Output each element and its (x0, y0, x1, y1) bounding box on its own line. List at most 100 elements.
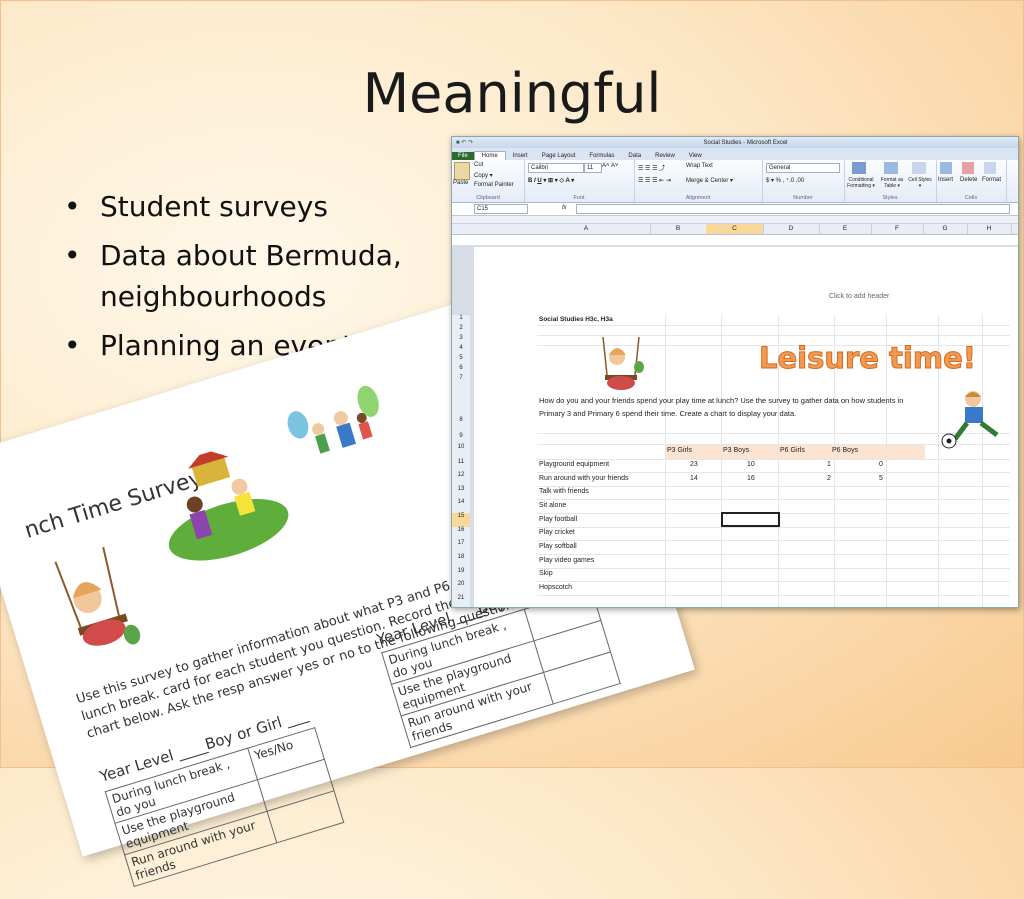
grid-line (537, 325, 1010, 326)
activity-name[interactable]: Run around with your friends (539, 475, 629, 482)
tab-insert[interactable]: Insert (506, 152, 535, 160)
fx-icon[interactable]: fx (562, 205, 567, 211)
currency-icon[interactable]: $ ▾ % , ⁺.0 .00 (766, 177, 804, 184)
number-format-select[interactable]: General (766, 163, 840, 173)
formula-bar: C15 fx (452, 203, 1018, 216)
column-header[interactable]: C (706, 224, 764, 234)
tab-formulas[interactable]: Formulas (582, 152, 621, 160)
column-header[interactable]: A (522, 224, 651, 234)
insert-button[interactable]: Insert (938, 177, 953, 183)
font-size-select[interactable]: 11 (584, 163, 602, 173)
format-cells-icon (984, 162, 996, 174)
activity-name[interactable]: Play video games (539, 557, 594, 564)
row-header[interactable]: 13 (452, 486, 470, 500)
football-kid-illustration (941, 391, 999, 449)
activity-name[interactable]: Play football (539, 516, 577, 523)
activity-name[interactable]: Sit alone (539, 502, 566, 509)
activity-value[interactable]: 14 (690, 475, 698, 482)
row-header[interactable]: 14 (452, 499, 470, 514)
grid-line (537, 459, 1010, 460)
grid-line (537, 568, 1010, 569)
format-button[interactable]: Format (982, 177, 1001, 183)
tab-review[interactable]: Review (648, 152, 682, 160)
number-group: General $ ▾ % , ⁺.0 .00 Number (762, 160, 845, 202)
table-header[interactable]: P3 Boys (723, 447, 749, 454)
row-header[interactable]: 16 (452, 527, 470, 541)
tab-view[interactable]: View (682, 152, 709, 160)
cell-styles-icon (912, 162, 926, 174)
wrap-text-button[interactable]: Wrap Text (686, 163, 713, 169)
cut-button[interactable]: Cut (474, 162, 483, 168)
row-header[interactable]: 21 (452, 595, 470, 607)
row-header[interactable]: 8 (452, 385, 470, 434)
grid-line (537, 527, 1010, 528)
column-header[interactable]: F (871, 224, 924, 234)
activity-value[interactable]: 0 (879, 461, 883, 468)
grow-font-icon[interactable]: A˄ A˅ (602, 163, 618, 169)
activity-name[interactable]: Hopscotch (539, 584, 572, 591)
clipboard-label: Clipboard (476, 195, 500, 201)
tab-file[interactable]: File (452, 152, 474, 160)
activity-value[interactable]: 16 (747, 475, 755, 482)
format-as-table-button[interactable]: Format as Table ▾ (878, 177, 906, 189)
column-header[interactable]: H (967, 224, 1012, 234)
activity-name[interactable]: Play softball (539, 543, 577, 550)
row-header[interactable]: 18 (452, 554, 470, 569)
horizontal-ruler (452, 216, 1018, 224)
activity-prompt[interactable]: How do you and your friends spend your p… (539, 394, 909, 420)
table-header[interactable]: P6 Boys (832, 447, 858, 454)
activity-value[interactable]: 23 (690, 461, 698, 468)
save-icon[interactable]: ■ ↶ ↷ (452, 139, 473, 146)
row-header[interactable]: 19 (452, 568, 470, 582)
row-header[interactable]: 15 (452, 513, 470, 528)
activity-name[interactable]: Play cricket (539, 529, 575, 536)
copy-button[interactable]: Copy ▾ (474, 172, 493, 179)
activity-name[interactable]: Talk with friends (539, 488, 589, 495)
grid-line (537, 540, 1010, 541)
row-header[interactable]: 12 (452, 472, 470, 487)
swing-kid-illustration (54, 546, 141, 646)
activity-value[interactable]: 5 (879, 475, 883, 482)
table-header[interactable]: P6 Girls (780, 447, 805, 454)
font-name-select[interactable]: Calibri (528, 163, 584, 173)
styles-label: Styles (882, 195, 898, 201)
activity-name[interactable]: Skip (539, 570, 553, 577)
insert-cells-icon (940, 162, 952, 174)
selected-cell-c15[interactable] (721, 512, 780, 527)
activity-value[interactable]: 10 (747, 461, 755, 468)
column-header[interactable]: B (650, 224, 707, 234)
excel-title-bar: ■ ↶ ↷ Social Studies - Microsoft Excel (452, 137, 1018, 148)
bold-icon[interactable]: B I U ▾ ⊞ ▾ ◇ A ▾ (528, 177, 574, 184)
conditional-formatting-button[interactable]: Conditional Formatting ▾ (846, 177, 876, 189)
row-header[interactable]: 17 (452, 540, 470, 555)
tab-page-layout[interactable]: Page Layout (535, 152, 583, 160)
row-header[interactable]: 11 (452, 459, 470, 473)
justify-icons[interactable]: ☰ ☰ ☰ ⇤ ⇥ (638, 177, 671, 184)
alignment-label: Alignment (685, 195, 711, 201)
row-header[interactable]: 20 (452, 581, 470, 596)
name-box[interactable]: C15 (474, 204, 528, 214)
align-icons[interactable]: ☰ ☰ ☰ ⤴ (638, 163, 665, 172)
merge-center-button[interactable]: Merge & Center ▾ (686, 177, 733, 184)
activity-name[interactable]: Playground equipment (539, 461, 609, 468)
font-group: Calibri 11 A˄ A˅ B I U ▾ ⊞ ▾ ◇ A ▾ Font (524, 160, 635, 202)
window-title: Social Studies - Microsoft Excel (703, 139, 788, 146)
format-painter-button[interactable]: Format Painter (474, 182, 514, 188)
paste-button[interactable]: Paste (453, 180, 468, 186)
sheet-title[interactable]: Social Studies H3c, H3a (539, 316, 613, 323)
formula-input[interactable] (576, 204, 1010, 214)
activity-value[interactable]: 2 (827, 475, 831, 482)
column-header[interactable]: G (923, 224, 968, 234)
cell-styles-button[interactable]: Cell Styles ▾ (908, 177, 932, 189)
table-header[interactable]: P3 Girls (667, 447, 692, 454)
header-hint[interactable]: Click to add header (829, 293, 889, 300)
column-header[interactable]: E (819, 224, 872, 234)
row-header[interactable]: 10 (452, 444, 470, 460)
activity-value[interactable]: 1 (827, 461, 831, 468)
column-header[interactable]: D (763, 224, 820, 234)
delete-button[interactable]: Delete (960, 177, 977, 183)
tab-home[interactable]: Home (473, 151, 506, 160)
tab-data[interactable]: Data (621, 152, 648, 160)
grid-line (537, 486, 1010, 487)
format-table-icon (884, 162, 898, 174)
